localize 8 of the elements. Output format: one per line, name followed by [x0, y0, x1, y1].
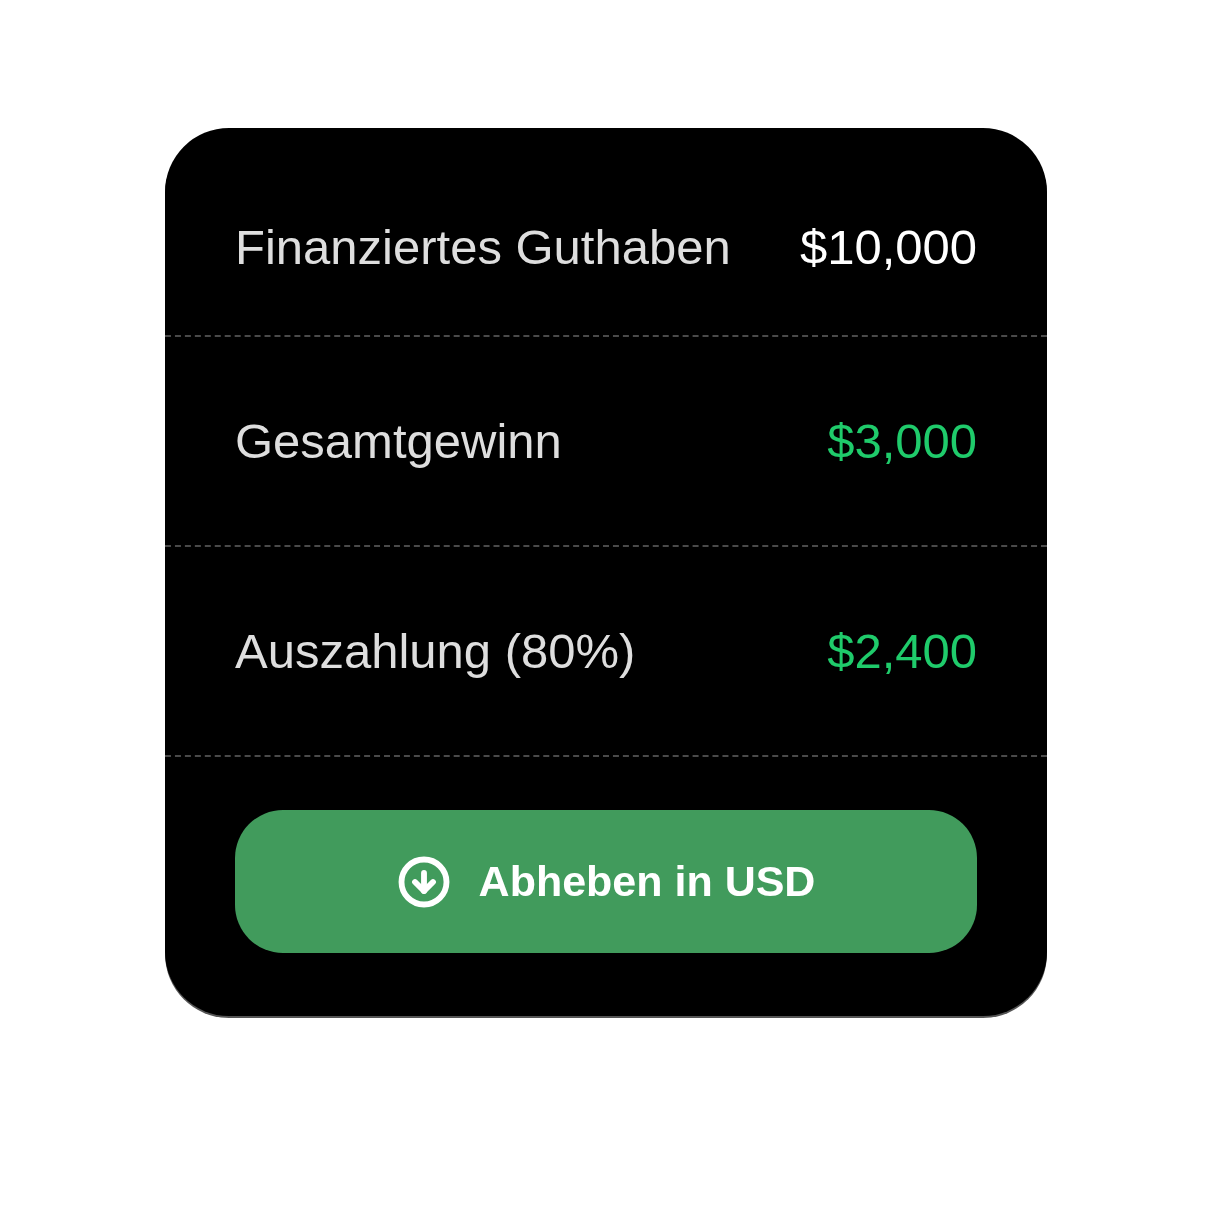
row-label: Gesamtgewinn [235, 415, 562, 467]
row-value: $10,000 [799, 221, 977, 273]
withdraw-button[interactable]: Abheben in USD [235, 810, 977, 953]
row-value: $2,400 [827, 625, 977, 677]
arrow-down-circle-icon [396, 854, 451, 909]
row-label: Finanziertes Guthaben [235, 221, 731, 273]
row-value: $3,000 [827, 415, 977, 467]
row-label: Auszahlung (80%) [235, 625, 636, 677]
